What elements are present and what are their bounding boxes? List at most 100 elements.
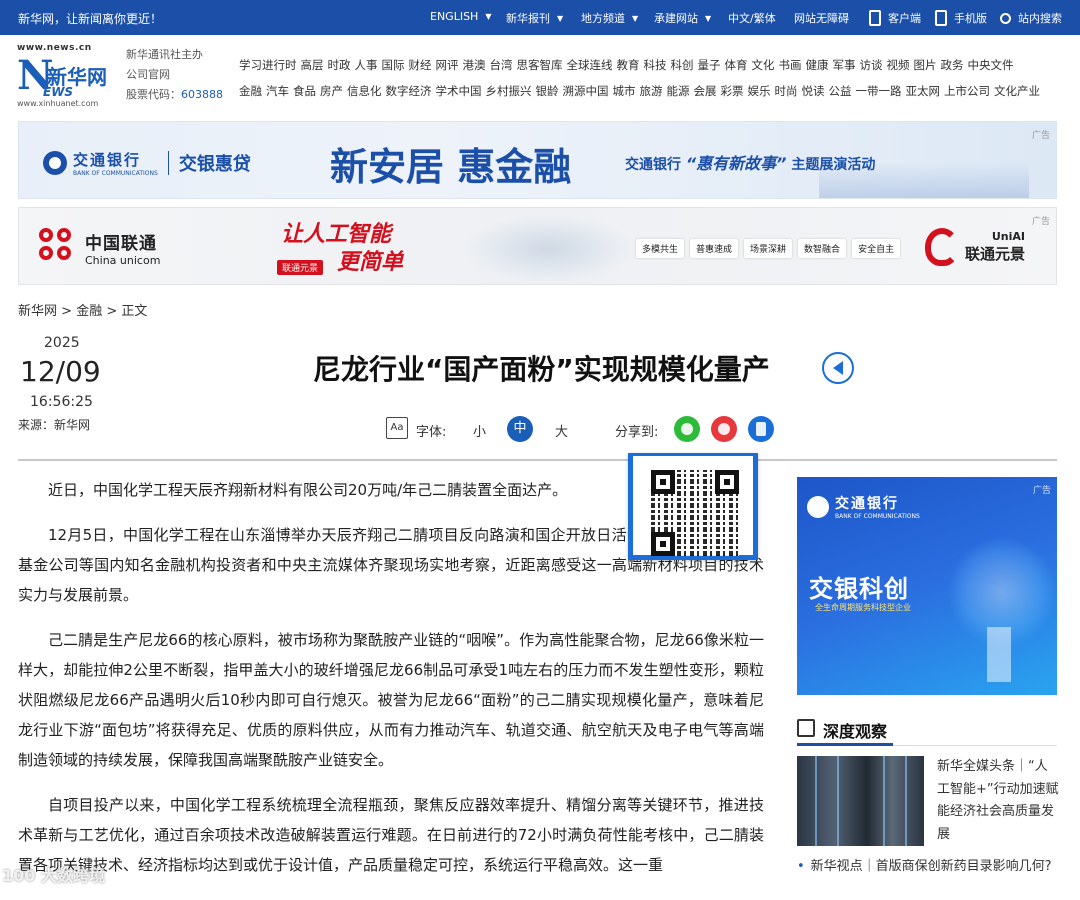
nav-english[interactable]: ENGLISH ▼ [430,10,492,23]
channel-link[interactable]: 汽车 [266,84,289,98]
channel-row-1: 学习进行时 高层 时政 人事 国际 财经 网评 港澳 台湾 思客智库 全球连线 教育 科技 科创 量子 体育文… [239,52,1069,78]
channel-link[interactable]: 书画 [779,58,802,72]
xinhua-logo[interactable]: www.news.cn N 新华网 EWS www.xinhuanet.com [17,43,115,109]
nav-mobile-site[interactable]: 手机版 [935,10,987,26]
channel-link[interactable]: 国际 [382,58,405,72]
logo-ews: EWS [43,85,74,99]
ad2-right-brand-top: UniAI [991,230,1026,243]
font-size-small-button[interactable]: 小 [473,421,486,440]
news-item-title: 新华视点｜首版商保创新药目录影响几何? [810,859,1052,874]
breadcrumb-finance[interactable]: 金融 [76,304,102,319]
channel-link[interactable]: 文化产业 [994,84,1040,98]
channel-link[interactable]: 信息化 [347,84,382,98]
sponsor-info: 新华通讯社主办 公司官网 股票代码：603888 [126,45,223,105]
breadcrumb-sep: > [102,304,122,319]
sidebar-ad-brand-en: BANK OF COMMUNICATIONS [835,513,920,520]
nav-client-app[interactable]: 客户端 [869,10,921,26]
nav-language-toggle[interactable]: 中文/繁体 [728,10,776,26]
channel-link[interactable]: 体育 [725,58,748,72]
channel-link[interactable]: 文化 [752,58,775,72]
channel-link[interactable]: 网评 [436,58,459,72]
banner-ad-unicom[interactable]: 广告 中国联通 China unicom 让人工智能 更简单 联通元景 多模共生… [18,207,1057,285]
publish-date-block: 2025 12/09 16:56:25 来源：新华网 [18,335,118,433]
mobile-share-icon[interactable] [748,416,774,442]
weibo-share-icon[interactable] [711,416,737,442]
channel-link[interactable]: 军事 [833,58,856,72]
channel-link[interactable]: 健康 [806,58,829,72]
channel-link[interactable]: 能源 [667,84,690,98]
channel-link[interactable]: 悦读 [802,84,825,98]
channel-link[interactable]: 政务 [941,58,964,72]
channel-link[interactable]: 量子 [698,58,721,72]
channel-link[interactable]: 乡村振兴 [486,84,532,98]
qr-finder [715,470,739,494]
channel-link[interactable]: 港澳 [463,58,486,72]
nav-accessibility-label: 网站无障碍 [794,12,849,25]
channel-link[interactable]: 金融 [239,84,262,98]
channel-link[interactable]: 银龄 [536,84,559,98]
speaker-icon[interactable] [822,352,854,384]
channel-link[interactable]: 科技 [644,58,667,72]
channel-link[interactable]: 中央文件 [968,58,1014,72]
breadcrumb-home[interactable]: 新华网 [18,304,57,319]
stock-code[interactable]: 603888 [181,88,223,101]
channel-link[interactable]: 旅游 [640,84,663,98]
publish-year: 2025 [44,335,80,351]
channel-link[interactable]: 公益 [829,84,852,98]
channel-link[interactable]: 上市公司 [944,84,990,98]
channel-link[interactable]: 数字经济 [386,84,432,98]
channel-link[interactable]: 高层 [301,58,324,72]
channel-link[interactable]: 学术中国 [436,84,482,98]
channel-link[interactable]: 时政 [328,58,351,72]
channel-row-2: 金融 汽车 食品 房产 信息化 数字经济 学术中国 乡村振兴 银龄 溯源中国 城市 旅游 能源 会展 彩票娱… [239,78,1069,104]
channel-link[interactable]: 时尚 [775,84,798,98]
qr-finder [651,532,675,556]
channel-link[interactable]: 思客智库 [517,58,563,72]
channel-link[interactable]: 彩票 [721,84,744,98]
channel-link[interactable]: 会展 [694,84,717,98]
channel-link[interactable]: 访谈 [860,58,883,72]
nav-site-search[interactable]: 站内搜索 [1000,10,1062,26]
channel-link[interactable]: 财经 [409,58,432,72]
tech-tree-trunk [987,627,1011,682]
channel-link[interactable]: 全球连线 [567,58,613,72]
channel-link[interactable]: 科创 [671,58,694,72]
channel-link[interactable]: 一带一路 [856,84,902,98]
ad1-brand-en: BANK OF COMMUNICATIONS [73,170,158,177]
channel-nav: 学习进行时 高层 时政 人事 国际 财经 网评 港澳 台湾 思客智库 全球连线 教育 科技 科创 量子 体育文… [239,52,1069,104]
banner-ad-bocom[interactable]: 广告 交通银行 BANK OF COMMUNICATIONS 交银惠贷 新安居 … [18,121,1057,199]
nav-accessibility[interactable]: 网站无障碍 [794,10,849,26]
nav-built-sites[interactable]: 承建网站 ▼ [654,10,711,26]
channel-link[interactable]: 娱乐 [748,84,771,98]
ad2-feature-tag: 场景深耕 [744,239,793,258]
channel-link[interactable]: 溯源中国 [563,84,609,98]
font-size-large-button[interactable]: 大 [555,421,568,440]
channel-link[interactable]: 城市 [613,84,636,98]
nav-built-sites-label: 承建网站 [654,12,698,25]
ad1-divider [167,151,169,175]
channel-link[interactable]: 亚太网 [906,84,941,98]
bocom-logo: 交通银行 BANK OF COMMUNICATIONS 交银惠贷 [43,149,251,177]
channel-link[interactable]: 房产 [320,84,343,98]
watermark-logo: 100 大数跨境 [2,866,105,885]
sidebar-ad-title: 交银科创 [809,575,909,603]
wechat-share-icon[interactable] [674,416,700,442]
channel-link[interactable]: 食品 [293,84,316,98]
chevron-down-icon: ▼ [632,13,639,23]
channel-link[interactable]: 教育 [617,58,640,72]
ad-tag: 广告 [1031,131,1050,141]
top-bar: 新华网，让新闻离你更近！ ENGLISH ▼ 新华报刊 ▼ 地方频道 ▼ 承建网站 ▼ … [0,0,1080,35]
channel-link[interactable]: 图片 [914,58,937,72]
channel-link[interactable]: 人事 [355,58,378,72]
font-size-medium-button[interactable]: 中 [507,416,533,442]
channel-link[interactable]: 学习进行时 [239,58,297,72]
list-item[interactable]: • 新华视点｜首版商保创新药目录影响几何? [797,856,1059,878]
sidebar-ad-bocom[interactable]: 广告 交通银行 BANK OF COMMUNICATIONS 交银科创 全生命周… [797,477,1057,695]
nav-newspapers[interactable]: 新华报刊 ▼ [506,10,563,26]
channel-link[interactable]: 视频 [887,58,910,72]
channel-link[interactable]: 台湾 [490,58,513,72]
feature-headline-link[interactable]: 新华全媒头条｜“人工智能+”行动加速赋能经济社会高质量发展 [937,756,1059,846]
nav-local-channels[interactable]: 地方频道 ▼ [581,10,638,26]
feature-thumbnail[interactable] [797,756,924,846]
logo-small-url: www.xinhuanet.com [17,99,99,108]
